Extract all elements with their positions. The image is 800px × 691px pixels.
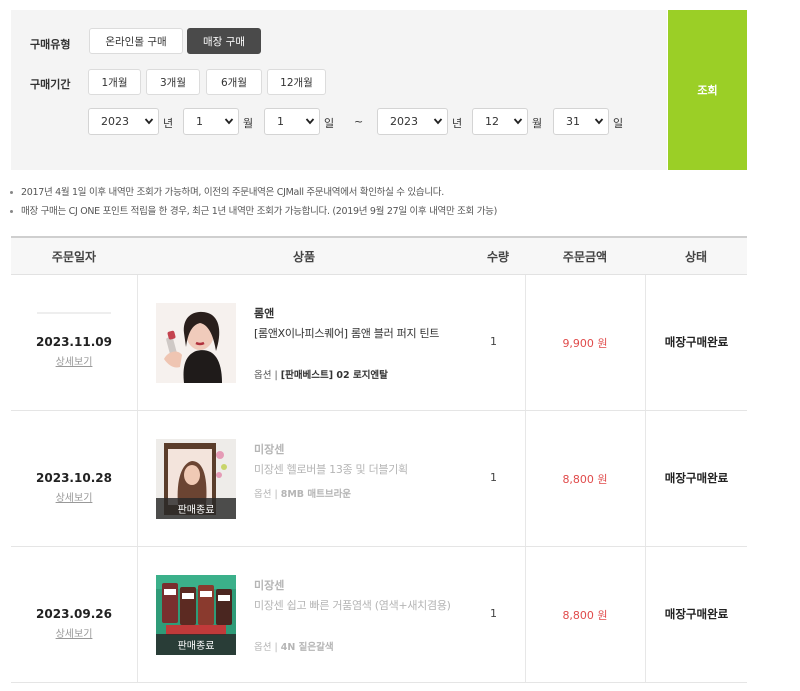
product-thumbnail[interactable]: 판매종료 xyxy=(156,575,236,655)
notice-text: 매장 구매는 CJ ONE 포인트 적립을 한 경우, 최근 1년 내역만 조회… xyxy=(21,206,498,217)
chevron-down-icon xyxy=(224,118,234,125)
column-divider xyxy=(137,547,138,682)
option-value: [판매베스트] 02 로지엔탈 xyxy=(280,370,388,381)
search-button[interactable]: 조회 xyxy=(668,10,747,170)
product-option: 옵션 | [판매베스트] 02 로지엔탈 xyxy=(254,370,388,381)
product-image xyxy=(156,303,236,383)
notice-line: 매장 구매는 CJ ONE 포인트 적립을 한 경우, 최근 1년 내역만 조회… xyxy=(10,203,497,217)
product-thumbnail[interactable] xyxy=(156,303,236,383)
quantity: 1 xyxy=(490,607,497,620)
to-year-select[interactable]: 2023 xyxy=(377,108,448,135)
to-day-select[interactable]: 31 xyxy=(553,108,609,135)
order-status: 매장구매완료 xyxy=(664,607,729,621)
from-month-unit: 월 xyxy=(243,117,254,130)
to-month-select[interactable]: 12 xyxy=(472,108,528,135)
from-month-value: 1 xyxy=(196,115,203,128)
from-year-select[interactable]: 2023 xyxy=(88,108,159,135)
header-order-date: 주문일자 xyxy=(51,250,97,264)
period-label: 구매기간 xyxy=(30,78,71,91)
to-month-unit: 월 xyxy=(532,117,543,130)
table-row: 2023.11.09 상세보기 롬앤 [롬앤X이나피스퀘어] 롬앤 블러 퍼지 … xyxy=(11,275,747,411)
chevron-down-icon xyxy=(513,118,523,125)
order-date: 2023.10.28 xyxy=(36,471,112,485)
header-order-amount: 주문금액 xyxy=(562,250,608,264)
period-12-month-button[interactable]: 12개월 xyxy=(267,69,326,95)
online-purchase-button[interactable]: 온라인몰 구매 xyxy=(89,28,183,54)
order-amount: 9,900 원 xyxy=(562,337,608,350)
product-name[interactable]: 미장센 헬로버블 13종 및 더블기획 xyxy=(254,462,459,477)
chevron-down-icon xyxy=(433,118,443,125)
soldout-badge: 판매종료 xyxy=(156,634,236,655)
header-quantity: 수량 xyxy=(486,250,510,264)
chevron-down-icon xyxy=(305,118,315,125)
table-header: 주문일자 상품 수량 주문금액 상태 xyxy=(11,236,747,275)
table-row: 2023.09.26 상세보기 판매종료 미장센 미장센 쉽고 빠른 거품염색 … xyxy=(11,547,747,683)
order-status: 매장구매완료 xyxy=(664,471,729,485)
quantity: 1 xyxy=(490,471,497,484)
header-product: 상품 xyxy=(292,250,316,264)
soldout-badge: 판매종료 xyxy=(156,498,236,519)
to-day-unit: 일 xyxy=(613,117,624,130)
order-amount: 8,800 원 xyxy=(562,473,608,486)
to-day-value: 31 xyxy=(566,115,580,128)
option-value: 8MB 매트브라운 xyxy=(280,489,352,500)
bullet-icon xyxy=(10,210,13,213)
header-status: 상태 xyxy=(684,250,708,264)
view-detail-link[interactable]: 상세보기 xyxy=(11,625,137,640)
view-detail-link[interactable]: 상세보기 xyxy=(11,353,137,368)
purchase-type-label: 구매유형 xyxy=(30,38,71,51)
from-day-select[interactable]: 1 xyxy=(264,108,320,135)
product-option: 옵션 | 8MB 매트브라운 xyxy=(254,489,352,500)
order-amount: 8,800 원 xyxy=(562,609,608,622)
divider-line xyxy=(37,312,111,314)
notice-text: 2017년 4월 1일 이후 내역만 조회가 가능하며, 이전의 주문내역은 C… xyxy=(21,187,444,198)
period-6-month-button[interactable]: 6개월 xyxy=(206,69,262,95)
from-month-select[interactable]: 1 xyxy=(183,108,239,135)
period-3-month-button[interactable]: 3개월 xyxy=(146,69,200,95)
notice-line: 2017년 4월 1일 이후 내역만 조회가 가능하며, 이전의 주문내역은 C… xyxy=(10,184,444,198)
product-brand: 미장센 xyxy=(254,443,285,456)
from-day-unit: 일 xyxy=(324,117,335,130)
product-option: 옵션 | 4N 짙은갈색 xyxy=(254,642,334,653)
view-detail-link[interactable]: 상세보기 xyxy=(11,489,137,504)
option-label: 옵션 xyxy=(254,489,272,500)
product-thumbnail[interactable]: 판매종료 xyxy=(156,439,236,519)
to-month-value: 12 xyxy=(485,115,499,128)
product-name[interactable]: [롬앤X이나피스퀘어] 롬앤 블러 퍼지 틴트 xyxy=(254,326,459,341)
to-year-value: 2023 xyxy=(390,115,418,128)
order-date: 2023.11.09 xyxy=(36,335,112,349)
bullet-icon xyxy=(10,191,13,194)
quantity: 1 xyxy=(490,335,497,348)
order-status: 매장구매완료 xyxy=(664,335,729,349)
option-label: 옵션 xyxy=(254,642,272,653)
date-range-separator: ~ xyxy=(354,115,364,128)
store-purchase-button[interactable]: 매장 구매 xyxy=(187,28,261,54)
from-day-value: 1 xyxy=(277,115,284,128)
table-row: 2023.10.28 상세보기 판매종료 미장센 미장센 헬로버블 13종 및 … xyxy=(11,411,747,547)
column-divider xyxy=(137,411,138,546)
from-year-unit: 년 xyxy=(163,117,174,130)
from-year-value: 2023 xyxy=(101,115,129,128)
order-date: 2023.09.26 xyxy=(36,607,112,621)
chevron-down-icon xyxy=(144,118,154,125)
column-divider xyxy=(137,275,138,410)
to-year-unit: 년 xyxy=(452,117,463,130)
chevron-down-icon xyxy=(594,118,604,125)
option-value: 4N 짙은갈색 xyxy=(280,642,334,653)
option-label: 옵션 xyxy=(254,370,272,381)
product-brand: 미장센 xyxy=(254,579,285,592)
period-1-month-button[interactable]: 1개월 xyxy=(88,69,141,95)
product-name[interactable]: 미장센 쉽고 빠른 거품염색 (염색+새치겸용) xyxy=(254,598,459,613)
product-brand: 롬앤 xyxy=(254,307,275,320)
